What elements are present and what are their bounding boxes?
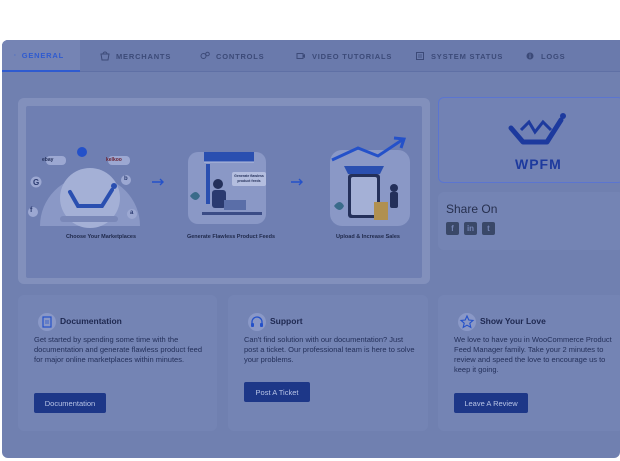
wpfm-cart-logo-icon bbox=[508, 113, 566, 145]
tab-controls[interactable]: Controls bbox=[200, 40, 264, 72]
status-icon bbox=[416, 52, 424, 60]
kelkoo-badge: kelkoo bbox=[106, 157, 122, 163]
tab-system-status[interactable]: System Status bbox=[415, 40, 503, 72]
hero-illustration: Choose Your Marketplaces ebay kelkoo G f… bbox=[26, 106, 422, 278]
feed-bubble-text: Generate flawless product feeds bbox=[234, 174, 264, 183]
tab-merchants-label: Merchants bbox=[116, 51, 172, 61]
facebook-badge: f bbox=[30, 207, 33, 214]
facebook-icon[interactable]: f bbox=[446, 222, 459, 235]
step-label-sales: Upload & Increase Sales bbox=[336, 234, 400, 240]
documentation-title: Documentation bbox=[60, 316, 122, 326]
share-title: Share On bbox=[446, 202, 498, 216]
tab-video-label: Video Tutorials bbox=[312, 51, 393, 61]
support-title: Support bbox=[270, 316, 303, 326]
wpfm-logo-text: WPFM bbox=[515, 156, 562, 172]
support-card: Support Can't find solution with our doc… bbox=[228, 295, 428, 431]
app-frame: General Merchants Controls Video Tutoria… bbox=[2, 40, 620, 458]
tab-general[interactable]: General bbox=[2, 40, 80, 72]
amazon-badge: a bbox=[130, 210, 134, 216]
marketplaces-illustration bbox=[28, 147, 140, 228]
arrow-right-icon bbox=[152, 178, 164, 186]
shop-icon bbox=[100, 51, 110, 61]
twitter-icon[interactable]: t bbox=[482, 222, 495, 235]
controls-icon bbox=[200, 51, 210, 59]
ebay-badge: ebay bbox=[42, 157, 54, 163]
info-icon bbox=[526, 52, 534, 60]
hero-banner: Choose Your Marketplaces ebay kelkoo G f… bbox=[18, 98, 430, 284]
wpfm-logo-card: WPFM bbox=[438, 97, 620, 183]
post-ticket-button[interactable]: Post A Ticket bbox=[244, 382, 310, 402]
gear-icon bbox=[14, 54, 16, 56]
share-card: Share On f in t bbox=[438, 192, 620, 250]
tab-system-status-label: System Status bbox=[431, 51, 504, 61]
documentation-card: Documentation Get started by spending so… bbox=[18, 295, 217, 431]
tab-bar: General Merchants Controls Video Tutoria… bbox=[2, 40, 620, 72]
documentation-button[interactable]: Documentation bbox=[34, 393, 106, 413]
tab-logs-label: Logs bbox=[541, 51, 566, 61]
step-label-marketplaces: Choose Your Marketplaces bbox=[65, 234, 137, 240]
tab-logs[interactable]: Logs bbox=[525, 40, 565, 72]
increase-sales-illustration bbox=[330, 136, 410, 226]
documentation-text: Get started by spending some time with t… bbox=[34, 335, 203, 364]
tab-general-label: General bbox=[21, 50, 64, 60]
step-label-feeds: Generate Flawless Product Feeds bbox=[186, 234, 276, 240]
support-text: Can't find solution with our documentati… bbox=[244, 335, 415, 364]
product-feeds-illustration bbox=[188, 152, 266, 224]
headset-icon bbox=[248, 313, 266, 331]
document-icon bbox=[38, 313, 56, 331]
star-icon bbox=[458, 313, 476, 331]
show-your-love-text: We love to have you in WooCommerce Produ… bbox=[454, 335, 612, 374]
show-your-love-title: Show Your Love bbox=[480, 316, 546, 326]
bing-badge: b bbox=[124, 176, 128, 182]
tab-merchants[interactable]: Merchants bbox=[100, 40, 171, 72]
video-icon bbox=[296, 53, 305, 59]
tab-video-tutorials[interactable]: Video Tutorials bbox=[296, 40, 392, 72]
leave-review-button[interactable]: Leave A Review bbox=[454, 393, 528, 413]
linkedin-icon[interactable]: in bbox=[464, 222, 477, 235]
google-badge: G bbox=[33, 178, 40, 187]
show-your-love-card: Show Your Love We love to have you in Wo… bbox=[438, 295, 620, 431]
tab-controls-label: Controls bbox=[216, 51, 265, 61]
arrow-right-icon bbox=[291, 178, 303, 186]
